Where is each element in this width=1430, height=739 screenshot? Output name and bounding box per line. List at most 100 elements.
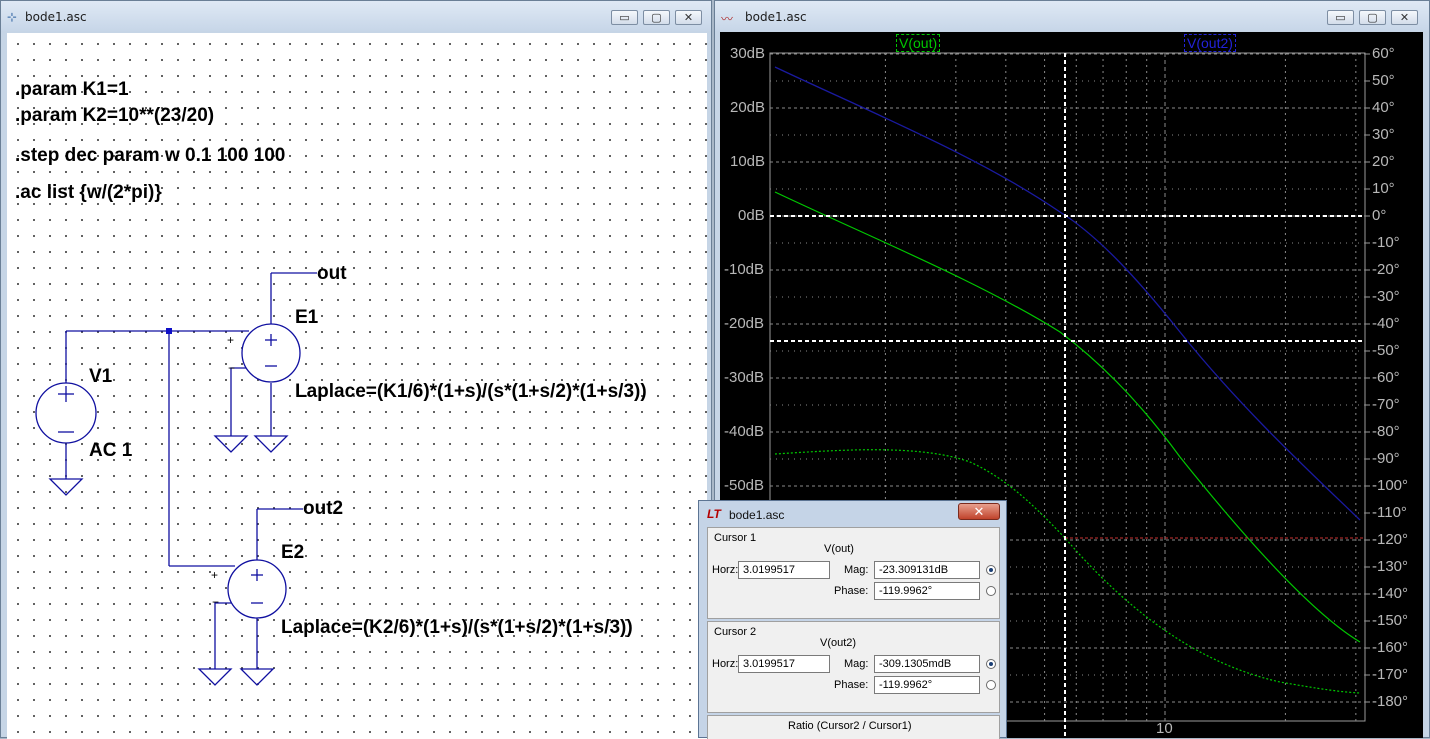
cursor1-mag-radio[interactable] [986,565,996,575]
component-v1-value[interactable]: AC 1 [89,440,132,462]
minimize-button[interactable]: ▭ [1327,10,1354,25]
right-axis-tick: -100° [1372,477,1409,494]
ground-symbol [239,668,275,686]
ground-symbol [253,435,289,453]
left-axis-tick: 10dB [730,153,766,170]
right-axis-tick: 60° [1372,45,1395,62]
cursor1-mag-field[interactable]: -23.309131dB [874,561,980,579]
cursor2-phase-field[interactable]: -119.9962° [874,676,980,694]
schematic-titlebar[interactable]: ⊹ bode1.asc ▭ ▢ ✕ [1,1,711,31]
minimize-button[interactable]: ▭ [611,10,638,25]
cursor1-panel: Cursor 1 V(out) Horz: 3.0199517 Mag: -23… [707,527,1000,619]
component-e1-value[interactable]: Laplace=(K1/6)*(1+s)/(s*(1+s/2)*(1+s/3)) [295,381,647,403]
right-axis-tick: 50° [1372,72,1395,89]
cursor2-phase-label: Phase: [834,679,869,691]
e1-plus-pin-label: + [227,333,235,347]
source-e2-symbol [227,559,287,619]
cursor1-phase-radio[interactable] [986,586,996,596]
right-axis-tick: -40° [1372,315,1400,332]
left-axis-tick: -50dB [724,477,765,494]
right-axis-tick: -90° [1372,450,1400,467]
right-axis-tick: -150° [1372,612,1409,629]
right-axis-tick: 10° [1372,180,1395,197]
ground-symbol [213,435,249,453]
cursor2-mag-label: Mag: [844,658,869,670]
schematic-app-icon: ⊹ [7,10,18,24]
cursor2-horz-label: Horz: [712,658,739,670]
right-axis-tick: -20° [1372,261,1400,278]
right-axis-tick: -30° [1372,288,1400,305]
left-axis-tick: 20dB [730,99,766,116]
ground-symbol [197,668,233,686]
net-label-out[interactable]: out [317,263,347,285]
left-axis-tick: -40dB [724,423,765,440]
cursor1-header: Cursor 1 [714,532,757,544]
schematic-title: bode1.asc [25,10,87,24]
schematic-window: ⊹ bode1.asc ▭ ▢ ✕ .param K1=1 .param K2=… [0,0,712,739]
left-axis-tick: 0dB [738,207,765,224]
left-axis-tick: -20dB [724,315,765,332]
cursor-dialog-title: bode1.asc [729,508,785,522]
maximize-button[interactable]: ▢ [1359,10,1386,25]
right-axis-tick: -80° [1372,423,1400,440]
cursor1-trace: V(out) [824,543,854,555]
cursor2-trace: V(out2) [820,637,857,649]
right-axis-tick: -180° [1372,693,1409,710]
x-axis-tick: 10 [1156,720,1173,737]
cursor-dialog: LT bode1.asc ✕ Cursor 1 V(out) Horz: 3.0… [698,500,1007,739]
trace-label-vout2[interactable]: V(out2) [1184,34,1236,52]
waveform-title: bode1.asc [745,10,807,24]
ratio-panel: Ratio (Cursor2 / Cursor1) [707,715,1000,739]
waveform-app-icon: 〰 [721,12,734,26]
maximize-button[interactable]: ▢ [643,10,670,25]
component-e1-name[interactable]: E1 [295,307,318,329]
cursor1-horz-field[interactable]: 3.0199517 [738,561,830,579]
cursor1-phase-label: Phase: [834,585,869,597]
right-axis-tick: 20° [1372,153,1395,170]
cursor-dialog-close-button[interactable]: ✕ [958,503,1000,520]
component-e2-value[interactable]: Laplace=(K2/6)*(1+s)/(s*(1+s/2)*(1+s/3)) [281,617,633,639]
wire-junction [166,328,172,334]
cursor1-phase-field[interactable]: -119.9962° [874,582,980,600]
e1-minus-pin-label: − [228,361,236,375]
ground-symbol [48,478,84,496]
schematic-canvas[interactable]: .param K1=1 .param K2=10**(23/20) .step … [7,33,707,739]
right-axis-tick: -10° [1372,234,1400,251]
right-axis-tick: -170° [1372,666,1409,683]
close-button[interactable]: ✕ [1391,10,1418,25]
right-axis-tick: -70° [1372,396,1400,413]
trace-vout2-mag [774,66,1361,521]
left-axis-tick: -10dB [724,261,765,278]
cursor2-header: Cursor 2 [714,626,757,638]
source-e1-symbol [241,323,301,383]
left-axis-tick: 30dB [730,45,766,62]
component-e2-name[interactable]: E2 [281,542,304,564]
close-button[interactable]: ✕ [675,10,702,25]
e2-minus-pin-label: − [212,595,220,609]
ltspice-logo-icon: LT [707,507,721,521]
ratio-header: Ratio (Cursor2 / Cursor1) [788,720,912,732]
right-axis-tick: -120° [1372,531,1409,548]
right-axis-tick: 40° [1372,99,1395,116]
cursor2-mag-field[interactable]: -309.1305mdB [874,655,980,673]
cursor2-horz-field[interactable]: 3.0199517 [738,655,830,673]
cursor2-phase-radio[interactable] [986,680,996,690]
cursor1-mag-label: Mag: [844,564,869,576]
net-label-out2[interactable]: out2 [303,498,343,520]
trace-label-vout[interactable]: V(out) [896,34,941,52]
left-axis-tick: -30dB [724,369,765,386]
waveform-titlebar[interactable]: 〰 bode1.asc ▭ ▢ ✕ [715,1,1429,31]
right-axis-tick: 0° [1372,207,1387,224]
right-axis-tick: -110° [1372,504,1407,521]
right-axis-tick: -130° [1372,558,1409,575]
e2-plus-pin-label: + [211,568,219,582]
right-axis-tick: -140° [1372,585,1409,602]
right-axis-tick: -160° [1372,639,1409,656]
cursor1-horz-label: Horz: [712,564,739,576]
component-v1-name[interactable]: V1 [89,366,112,388]
right-axis-tick: -50° [1372,342,1400,359]
cursor2-mag-radio[interactable] [986,659,996,669]
right-axis-tick: 30° [1372,126,1395,143]
cursor2-panel: Cursor 2 V(out2) Horz: 3.0199517 Mag: -3… [707,621,1000,713]
right-axis-tick: -60° [1372,369,1400,386]
